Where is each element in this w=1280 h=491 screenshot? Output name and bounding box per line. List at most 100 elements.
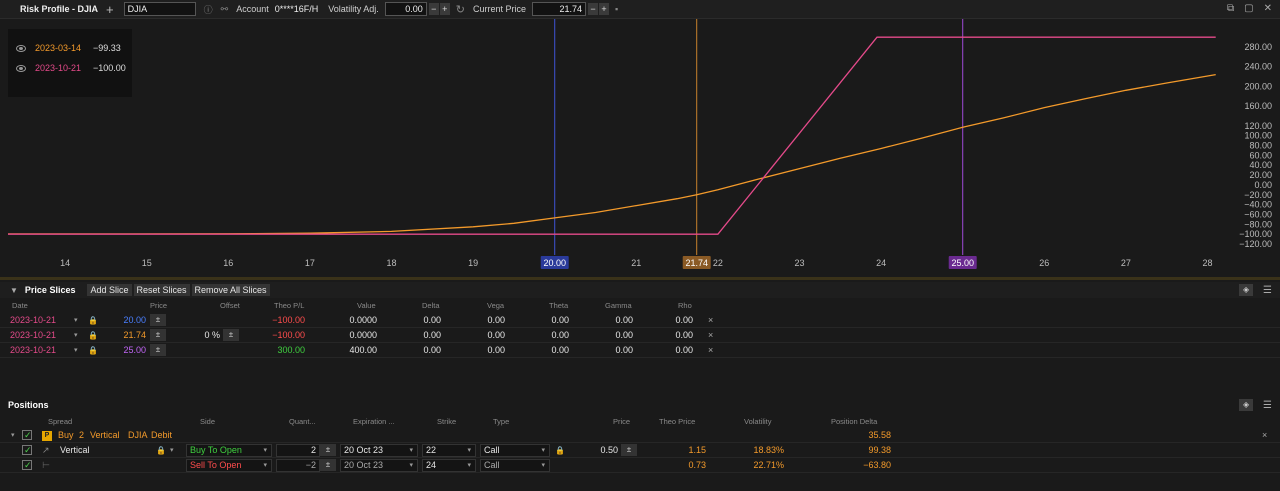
risk-profile-chart[interactable]: 141516171819202122232425262728−120.00−10… [0, 19, 1280, 277]
popout-icon[interactable]: ⧉ [1227, 3, 1234, 14]
slice-date[interactable]: 2023-10-21 [10, 313, 56, 328]
col-theo-pl[interactable]: Theo P/L [274, 301, 304, 310]
price-stepper[interactable]: ± [150, 329, 166, 341]
dropdown-icon[interactable]: ▾ [74, 313, 78, 328]
leg-volatility: 18.83% [753, 445, 784, 455]
strike-select[interactable]: 22 ▾ [422, 444, 476, 457]
dropdown-icon[interactable]: ▾ [74, 328, 78, 343]
quantity-stepper[interactable]: ± [320, 444, 336, 456]
price-slice-row[interactable]: 2023-10-21 ▾ 🔒 20.00 ± −100.00 0.0000 0.00 0.00 0… [0, 313, 1280, 328]
volatility-plus-button[interactable]: + [439, 3, 450, 15]
col-date[interactable]: Date [12, 301, 28, 310]
col-side[interactable]: Side [200, 417, 215, 426]
strike-select[interactable]: 24 ▾ [422, 459, 476, 472]
menu-icon[interactable]: ☰ [1263, 285, 1272, 296]
group-checkbox[interactable] [22, 428, 32, 443]
position-leg-row[interactable]: ↗ Vertical 🔒 ▾ Buy To Open ▾ 2 ± 20 Oct 2… [0, 443, 1280, 458]
leg-checkbox[interactable] [22, 458, 32, 473]
col-price[interactable]: Price [613, 417, 630, 426]
lock-icon[interactable]: 🔒 [156, 443, 166, 458]
col-theo-price[interactable]: Theo Price [659, 417, 695, 426]
quantity-stepper[interactable]: ± [320, 459, 336, 471]
col-volatility[interactable]: Volatility [744, 417, 772, 426]
y-tick-label: 80.00 [1249, 141, 1272, 151]
col-type[interactable]: Type [493, 417, 509, 426]
col-expiration[interactable]: Expiration ... [353, 417, 395, 426]
remove-all-slices-button[interactable]: Remove All Slices [191, 284, 270, 296]
col-spread[interactable]: Spread [48, 417, 72, 426]
reset-slices-button[interactable]: Reset Slices [133, 284, 190, 296]
strike-value: 24 [426, 460, 437, 470]
col-price[interactable]: Price [150, 301, 167, 310]
offset-stepper[interactable]: ± [223, 329, 239, 341]
volatility-minus-button[interactable]: − [428, 3, 439, 15]
dropdown-icon[interactable]: ▾ [170, 443, 174, 458]
price-slice-row[interactable]: 2023-10-21 ▾ 🔒 21.74 ±0 % ± −100.00 0.0000 0.00 0… [0, 328, 1280, 343]
reset-icon[interactable]: ↻ [456, 3, 465, 16]
account-value[interactable]: 0****16F/H [275, 4, 319, 14]
info-icon[interactable]: ⓘ [204, 3, 213, 16]
maximize-icon[interactable]: ▢ [1244, 3, 1253, 14]
slice-date[interactable]: 2023-10-21 [10, 328, 56, 343]
remove-slice-icon[interactable]: × [708, 343, 713, 358]
side-select[interactable]: Sell To Open ▾ [186, 459, 272, 472]
quantity-input[interactable]: 2 [276, 444, 320, 457]
section-divider[interactable] [0, 277, 1280, 280]
expiration-select[interactable]: 20 Oct 23 ▾ [340, 459, 418, 472]
lock-icon[interactable]: 🔒 [88, 328, 98, 343]
price-stepper[interactable]: ± [150, 314, 166, 326]
leg-checkbox[interactable] [22, 443, 32, 458]
slice-price[interactable]: 25.00 [123, 343, 146, 358]
customize-icon[interactable]: ◈ [1239, 284, 1254, 296]
col-value[interactable]: Value [357, 301, 376, 310]
position-group-row[interactable]: ▾ P Buy 2 Vertical DJIA Debit 35.58 × [0, 428, 1280, 443]
price-plus-button[interactable]: + [599, 3, 610, 15]
col-delta[interactable]: Delta [422, 301, 440, 310]
customize-icon[interactable]: ◈ [1239, 399, 1254, 411]
lock-icon[interactable]: 🔒 [88, 343, 98, 358]
eye-icon[interactable] [16, 64, 26, 72]
slice-offset[interactable]: 0 % [204, 328, 220, 343]
close-icon[interactable]: ✕ [1264, 3, 1272, 14]
add-slice-button[interactable]: Add Slice [87, 284, 132, 296]
col-vega[interactable]: Vega [487, 301, 504, 310]
col-offset[interactable]: Offset [220, 301, 240, 310]
slice-price[interactable]: 21.74 [123, 328, 146, 343]
remove-slice-icon[interactable]: × [708, 328, 713, 343]
slice-date[interactable]: 2023-10-21 [10, 343, 56, 358]
lock-icon[interactable]: 🔒 [555, 443, 565, 458]
current-price-input[interactable]: 21.74 [532, 2, 587, 16]
price-minus-button[interactable]: − [588, 3, 599, 15]
pin-icon[interactable]: ▪ [615, 4, 618, 14]
col-gamma[interactable]: Gamma [605, 301, 632, 310]
eye-icon[interactable] [16, 44, 26, 52]
link-icon[interactable]: ⚯ [221, 4, 229, 15]
add-tab-icon[interactable]: + [106, 3, 114, 16]
type-select[interactable]: Call ▾ [480, 444, 550, 457]
lock-icon[interactable]: 🔒 [88, 313, 98, 328]
group-spread: Vertical [90, 430, 120, 440]
expand-caret-icon[interactable]: ▾ [11, 428, 15, 443]
col-rho[interactable]: Rho [678, 301, 692, 310]
remove-group-icon[interactable]: × [1262, 428, 1267, 443]
symbol-input[interactable]: DJIA [123, 2, 196, 16]
col-position-delta[interactable]: Position Delta [831, 417, 877, 426]
col-quantity[interactable]: Quant... [289, 417, 316, 426]
menu-icon[interactable]: ☰ [1263, 400, 1272, 411]
price-stepper[interactable]: ± [621, 444, 637, 456]
volatility-input[interactable]: 0.00 [384, 2, 427, 16]
slice-price[interactable]: 20.00 [123, 313, 146, 328]
expiration-select[interactable]: 20 Oct 23 ▾ [340, 444, 418, 457]
price-stepper[interactable]: ± [150, 344, 166, 356]
price-slice-row[interactable]: 2023-10-21 ▾ 🔒 25.00 ±300.00 400.00 0.00 0.00 0.… [0, 343, 1280, 358]
remove-slice-icon[interactable]: × [708, 313, 713, 328]
collapse-caret-icon[interactable]: ▼ [10, 286, 18, 295]
col-strike[interactable]: Strike [437, 417, 456, 426]
type-select[interactable]: Call ▾ [480, 459, 550, 472]
side-select[interactable]: Buy To Open ▾ [186, 444, 272, 457]
quantity-input[interactable]: −2 [276, 459, 320, 472]
dropdown-icon[interactable]: ▾ [74, 343, 78, 358]
position-leg-row[interactable]: ⊢ Sell To Open ▾ −2 ± 20 Oct 23 ▾ 24 ▾ Call… [0, 458, 1280, 473]
col-theta[interactable]: Theta [549, 301, 568, 310]
leg-price[interactable]: 0.50 [600, 443, 618, 458]
